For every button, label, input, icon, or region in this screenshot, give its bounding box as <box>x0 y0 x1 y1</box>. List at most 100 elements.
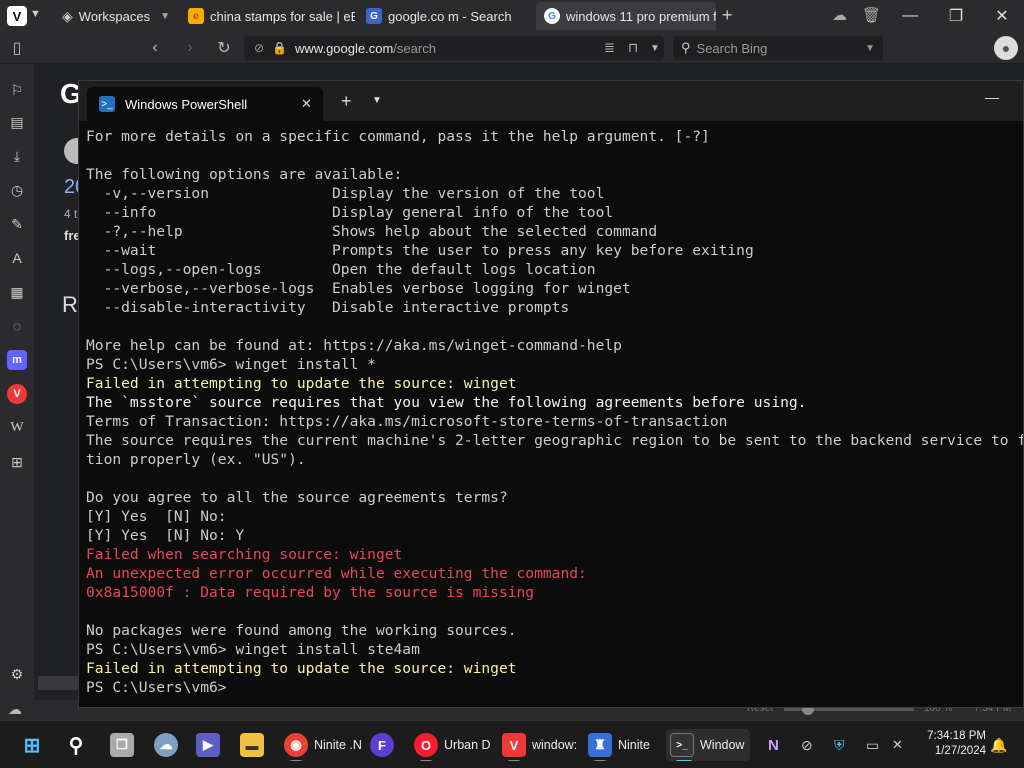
calendar-icon[interactable]: ▦ <box>7 282 27 302</box>
taskbar-app-terminal[interactable]: >_ Window <box>666 729 750 761</box>
tab-windows-11[interactable]: G windows 11 pro premium fr <box>536 2 716 30</box>
downloads-icon[interactable]: ⤓ <box>7 146 27 166</box>
search-icon: ⚲ <box>681 40 691 55</box>
chevron-down-icon[interactable]: ▼ <box>865 43 875 54</box>
chevron-down-icon[interactable]: ▼ <box>30 8 41 20</box>
file-explorer-button[interactable]: ▬ <box>240 729 264 761</box>
scrollbar-track[interactable] <box>38 676 78 690</box>
weather-icon: ☁ <box>154 733 178 757</box>
notification-bell-icon[interactable]: 🔔 <box>990 737 1007 754</box>
mastodon-icon[interactable]: m <box>7 350 27 370</box>
taskbar-app-opera[interactable]: O Urban D <box>414 729 494 761</box>
new-tab-plus-icon[interactable]: + <box>341 91 352 112</box>
close-button[interactable]: ✕ <box>980 0 1024 32</box>
terminal-line: --disable-interactivity Disable interact… <box>86 299 570 316</box>
tab-label: china stamps for sale | eBay <box>210 8 355 24</box>
reading-list-icon[interactable]: ▤ <box>7 112 27 132</box>
zoom-slider[interactable] <box>784 703 914 715</box>
terminal-line: Terms of Transaction: https://aka.ms/mic… <box>86 413 728 430</box>
tab-google-search[interactable]: G google.co m - Search <box>358 2 533 30</box>
trash-icon[interactable]: 🗑 <box>862 6 881 24</box>
back-button[interactable]: ‹ <box>143 36 167 60</box>
windows-logo-icon: ⊞ <box>23 734 41 757</box>
forward-button[interactable]: › <box>178 36 202 60</box>
defender-icon[interactable]: ⛨ <box>834 737 845 754</box>
tab-ebay[interactable]: e china stamps for sale | eBay <box>180 2 355 30</box>
volume-muted-icon[interactable]: ✕ <box>892 737 903 753</box>
minimize-button[interactable]: — <box>888 0 932 32</box>
google-favicon-icon: G <box>366 8 382 24</box>
bookmark-icon[interactable]: ⊓ <box>628 40 638 56</box>
taskbar-app-ninite[interactable]: ♜ Ninite <box>588 729 660 761</box>
terminal-icon: >_ <box>670 733 694 757</box>
reload-button[interactable]: ↻ <box>212 36 236 60</box>
terminal-line: More help can be found at: https://aka.m… <box>86 337 622 354</box>
taskbar-app-fastpeer[interactable]: F <box>370 729 394 761</box>
close-tab-icon[interactable]: ✕ <box>301 96 312 112</box>
new-tab-plus-icon[interactable]: + <box>722 5 733 26</box>
vivaldi-icon[interactable]: V <box>7 384 27 404</box>
ninite-icon: ♜ <box>588 733 612 757</box>
vivaldi-logo-icon: V <box>12 8 22 24</box>
running-indicator <box>420 760 432 761</box>
terminal-line: --info Display general info of the tool <box>86 204 614 221</box>
translate-icon[interactable]: A <box>7 248 27 268</box>
search-input[interactable]: ⚲ Search Bing ▼ <box>673 36 883 60</box>
terminal-line: --logs,--open-logs Open the default logs… <box>86 261 596 278</box>
settings-gear-icon[interactable]: ⚙ <box>7 664 27 684</box>
terminal-line: -v,--version Display the version of the … <box>86 185 605 202</box>
terminal-line: The following options are available: <box>86 166 403 183</box>
notes-icon[interactable]: ✎ <box>7 214 27 234</box>
search-button[interactable]: ⚲ <box>64 729 88 761</box>
taskbar-app-vivaldi[interactable]: V window: <box>502 729 582 761</box>
history-icon[interactable]: ◷ <box>7 180 27 200</box>
chrome-icon: ◉ <box>284 733 308 757</box>
system-clock[interactable]: 7:34:18 PM 1/27/2024 <box>912 729 986 759</box>
taskbar-app-chrome[interactable]: ◉ Ninite .N <box>284 729 364 761</box>
terminal-line: Do you agree to all the source agreement… <box>86 489 508 506</box>
widgets-button[interactable]: ☁ <box>154 729 178 761</box>
terminal-output[interactable]: For more details on a specific command, … <box>86 127 1023 707</box>
restore-button[interactable]: ❐ <box>934 0 978 32</box>
terminal-line: --verbose,--verbose-logs Enables verbose… <box>86 280 631 297</box>
teams-button[interactable]: ▶ <box>196 729 220 761</box>
display-icon[interactable]: ▭ <box>866 737 879 754</box>
terminal-title-bar[interactable]: >_ Windows PowerShell ✕ + ▼ — <box>79 81 1023 121</box>
search-placeholder: Search Bing <box>696 40 768 56</box>
running-indicator <box>676 760 692 761</box>
profile-avatar[interactable]: ● <box>994 36 1018 60</box>
workspaces-button[interactable]: ◈ Workspaces ▼ <box>54 2 174 30</box>
url-field[interactable]: ⊘ 🔒 www.google.com/search ≣ ⊓ ▼ <box>244 36 664 60</box>
cloud-sync-icon[interactable]: ☁ <box>832 6 847 24</box>
powershell-window[interactable]: >_ Windows PowerShell ✕ + ▼ — For more d… <box>78 80 1024 708</box>
chevron-down-icon[interactable]: ▼ <box>372 95 382 106</box>
onenote-icon[interactable]: N <box>768 737 779 754</box>
bookmarks-panel-icon[interactable]: ⚐ <box>7 80 27 100</box>
tab-windows-powershell[interactable]: >_ Windows PowerShell ✕ <box>87 87 323 121</box>
chevron-down-icon[interactable]: ▼ <box>650 43 660 54</box>
user-icon: ● <box>1001 40 1011 56</box>
cloud-icon[interactable]: ☁ <box>8 701 22 718</box>
task-view-button[interactable]: ❐ <box>110 729 134 761</box>
running-indicator <box>594 760 606 761</box>
lock-icon: 🔒 <box>272 41 288 55</box>
panel-toggle-icon[interactable]: ▯ <box>5 36 29 60</box>
taskbar-app-label: Window <box>700 738 745 752</box>
terminal-line: [Y] Yes [N] No: Y <box>86 527 245 544</box>
chat-icon[interactable]: ◌ <box>7 316 27 336</box>
reader-view-icon[interactable]: ≣ <box>604 40 615 56</box>
vivaldi-menu-button[interactable]: V <box>7 6 27 26</box>
minimize-button[interactable]: — <box>985 89 999 105</box>
wikipedia-icon[interactable]: W <box>7 418 27 438</box>
terminal-line: --wait Prompts the user to press any key… <box>86 242 754 259</box>
terminal-line: The `msstore` source requires that you v… <box>86 394 807 411</box>
terminal-line: Failed in attempting to update the sourc… <box>86 660 517 677</box>
site-info-icon: ⊘ <box>254 41 265 55</box>
add-panel-icon[interactable]: ⊞ <box>7 452 27 472</box>
start-button[interactable]: ⊞ <box>20 729 44 761</box>
terminal-line: Failed in attempting to update the sourc… <box>86 375 517 392</box>
terminal-line: [Y] Yes [N] No: <box>86 508 227 525</box>
network-off-icon[interactable]: ⊘ <box>801 737 813 754</box>
